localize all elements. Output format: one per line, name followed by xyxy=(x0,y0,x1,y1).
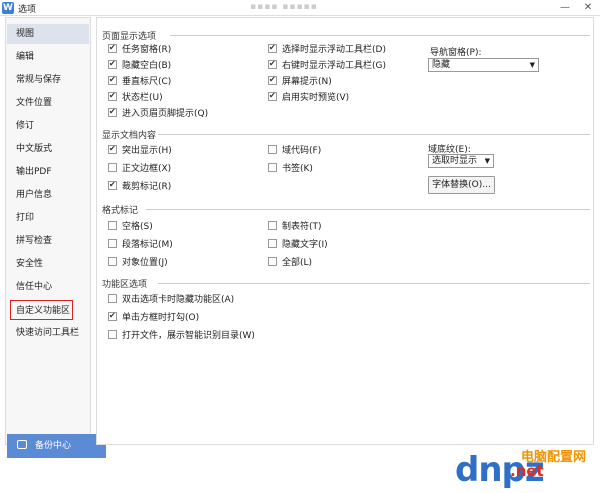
checkbox-header-footer-tip[interactable]: 进入页眉页脚提示(Q) xyxy=(108,106,208,120)
checkbox-all-marks[interactable]: 全部(L) xyxy=(268,257,312,269)
window-title: 选项 xyxy=(18,5,37,15)
sidebar-item-security[interactable]: 安全性 xyxy=(7,254,89,274)
sidebar-item-chinese-layout[interactable]: 中文版式 xyxy=(7,139,89,159)
section-divider xyxy=(158,134,590,135)
nav-pane-select[interactable]: 隐藏 ▼ xyxy=(428,58,539,72)
section-divider xyxy=(158,283,590,284)
sidebar-item-general-save[interactable]: 常规与保存 xyxy=(7,70,89,90)
checkbox-vertical-ruler[interactable]: 垂直标尺(C) xyxy=(108,74,171,88)
checkbox-highlight[interactable]: 突出显示(H) xyxy=(108,143,172,157)
sidebar-item-edit[interactable]: 编辑 xyxy=(7,47,89,67)
section-title-ribbon: 功能区选项 xyxy=(102,280,148,290)
blurred-toolbar-text: ▪▪▪▪ ▪▪▪▪▪ xyxy=(250,2,318,12)
dropdown-arrow-icon: ▼ xyxy=(529,61,535,69)
checkbox-status-bar[interactable]: 状态栏(U) xyxy=(108,90,163,104)
checkbox-text-boundaries[interactable]: 正文边框(X) xyxy=(108,163,171,175)
sidebar-item-revision[interactable]: 修订 xyxy=(7,116,89,136)
minimize-icon[interactable]: — xyxy=(555,1,575,15)
sidebar-item-view[interactable]: 视图 xyxy=(7,24,89,44)
checkbox-field-codes[interactable]: 域代码(F) xyxy=(268,145,321,157)
checkbox-screen-tips[interactable]: 屏幕提示(N) xyxy=(268,74,332,88)
section-title-doc-content: 显示文档内容 xyxy=(102,131,157,141)
checkbox-bookmarks[interactable]: 书签(K) xyxy=(268,163,313,175)
wps-app-icon: W xyxy=(2,2,14,14)
checkbox-crop-marks[interactable]: 裁剪标记(R) xyxy=(108,179,171,193)
backup-center-label: 备份中心 xyxy=(35,441,72,451)
section-title-page-display: 页面显示选项 xyxy=(102,32,157,42)
checkbox-hide-blank[interactable]: 隐藏空白(B) xyxy=(108,58,171,72)
font-substitution-button[interactable]: 字体替换(O)... xyxy=(428,176,495,194)
sidebar-item-spell-check[interactable]: 拼写检查 xyxy=(7,231,89,251)
section-divider xyxy=(146,209,590,210)
checkbox-click-to-check[interactable]: 单击方框时打勾(O) xyxy=(108,310,199,324)
close-icon[interactable]: ✕ xyxy=(578,1,598,15)
checkbox-task-pane[interactable]: 任务窗格(R) xyxy=(108,42,171,56)
checkbox-float-toolbar-rightclick[interactable]: 右键时显示浮动工具栏(G) xyxy=(268,58,386,72)
section-divider xyxy=(170,35,590,36)
sidebar-item-quick-access-toolbar[interactable]: 快速访问工具栏 xyxy=(7,323,89,343)
checkbox-object-anchors[interactable]: 对象位置(J) xyxy=(108,257,168,269)
sidebar-item-print[interactable]: 打印 xyxy=(7,208,89,228)
backup-center-button[interactable]: 备份中心 xyxy=(7,434,106,458)
title-bar: W 选项 ▪▪▪▪ ▪▪▪▪▪ — ✕ xyxy=(0,0,600,16)
sidebar-item-user-info[interactable]: 用户信息 xyxy=(7,185,89,205)
backup-icon xyxy=(17,440,27,449)
watermark-url: .net xyxy=(510,462,544,480)
sidebar-item-file-location[interactable]: 文件位置 xyxy=(7,93,89,113)
checkbox-hidden-text[interactable]: 隐藏文字(I) xyxy=(268,239,328,251)
checkbox-tab-chars[interactable]: 制表符(T) xyxy=(268,221,322,233)
checkbox-spaces[interactable]: 空格(S) xyxy=(108,221,153,233)
checkbox-live-preview[interactable]: 启用实时预览(V) xyxy=(268,90,349,104)
field-shading-select[interactable]: 选取时显示 ▼ xyxy=(428,154,494,168)
sidebar: 视图 编辑 常规与保存 文件位置 修订 中文版式 输出PDF 用户信息 打印 拼… xyxy=(5,17,91,445)
site-watermark: dnpz 电脑配置网 .net xyxy=(455,442,600,493)
sidebar-item-customize-ribbon[interactable]: 自定义功能区 xyxy=(10,300,73,320)
sidebar-item-trust-center[interactable]: 信任中心 xyxy=(7,277,89,297)
checkbox-float-toolbar-select[interactable]: 选择时显示浮动工具栏(D) xyxy=(268,42,386,56)
checkbox-dblclick-hide-ribbon[interactable]: 双击选项卡时隐藏功能区(A) xyxy=(108,294,234,306)
section-title-format-marks: 格式标记 xyxy=(102,206,139,216)
nav-pane-label: 导航窗格(P): xyxy=(430,48,482,58)
checkbox-paragraph-marks[interactable]: 段落标记(M) xyxy=(108,239,173,251)
sidebar-item-export-pdf[interactable]: 输出PDF xyxy=(7,162,89,182)
checkbox-smart-toc[interactable]: 打开文件，展示智能识别目录(W) xyxy=(108,330,255,342)
dropdown-arrow-icon: ▼ xyxy=(484,157,490,165)
